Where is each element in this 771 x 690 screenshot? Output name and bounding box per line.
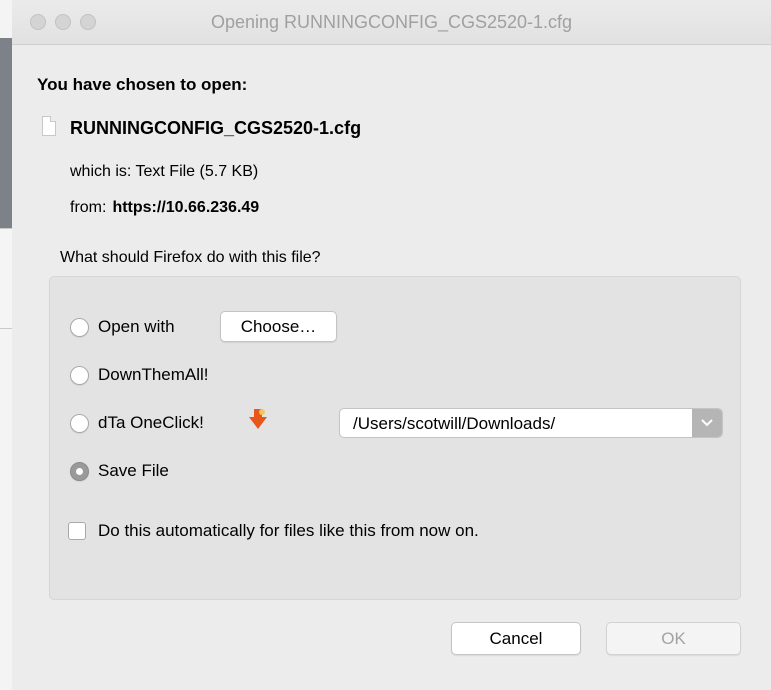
download-folder-select[interactable]: /Users/scotwill/Downloads/ <box>339 408 723 438</box>
background-panel-light <box>0 228 12 328</box>
choose-button[interactable]: Choose… <box>220 311 337 342</box>
background-app <box>0 0 12 690</box>
download-dialog: Opening RUNNINGCONFIG_CGS2520-1.cfg You … <box>12 0 771 690</box>
auto-action-label[interactable]: Do this automatically for files like thi… <box>98 521 479 541</box>
divider <box>0 228 12 229</box>
cancel-button[interactable]: Cancel <box>451 622 581 655</box>
source-url: https://10.66.236.49 <box>112 199 260 216</box>
save-file-radio[interactable] <box>70 462 89 481</box>
auto-action-checkbox[interactable] <box>68 522 86 540</box>
file-source: from: https://10.66.236.49 <box>70 199 259 217</box>
divider <box>0 328 12 329</box>
oneclick-radio[interactable] <box>70 414 89 433</box>
save-file-label[interactable]: Save File <box>98 461 169 481</box>
file-type: which is: Text File (5.7 KB) <box>70 163 259 180</box>
downthemall-radio[interactable] <box>70 366 89 385</box>
chevron-down-icon[interactable] <box>692 409 722 437</box>
download-folder-value: /Users/scotwill/Downloads/ <box>353 414 556 433</box>
from-label: from: <box>70 199 107 216</box>
open-with-label[interactable]: Open with <box>98 317 175 337</box>
document-icon <box>42 116 56 136</box>
open-with-radio[interactable] <box>70 318 89 337</box>
downthemall-label[interactable]: DownThemAll! <box>98 365 209 385</box>
ok-button[interactable]: OK <box>606 622 741 655</box>
dta-arrow-icon <box>249 409 267 429</box>
action-question: What should Firefox do with this file? <box>60 249 321 266</box>
file-name: RUNNINGCONFIG_CGS2520-1.cfg <box>70 118 362 138</box>
window-title: Opening RUNNINGCONFIG_CGS2520-1.cfg <box>210 12 573 32</box>
background-panel <box>0 38 12 228</box>
dialog-heading: You have chosen to open: <box>37 75 248 94</box>
title-bar[interactable]: Opening RUNNINGCONFIG_CGS2520-1.cfg <box>12 0 771 45</box>
oneclick-label[interactable]: dTa OneClick! <box>98 413 204 433</box>
